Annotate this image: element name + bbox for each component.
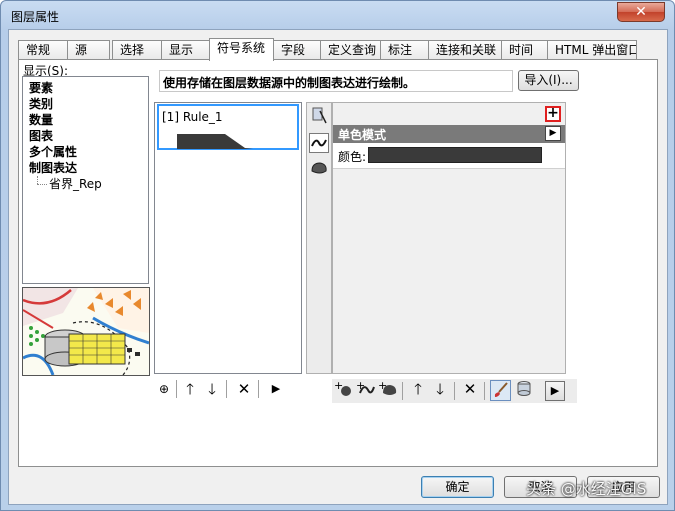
tab-time[interactable]: 时间 [501,40,549,60]
color-row: 颜色: [333,143,565,169]
toolbar-separator [226,380,227,398]
tab-joins-relates[interactable]: 连接和关联 [428,40,503,60]
layer-properties-window: 图层属性 ✕ 常规 源 选择 显示 符号系统 字段 定义查询 标注 连接和关联 … [0,0,675,511]
delete-rule-icon[interactable]: ✕ [234,379,254,399]
section-menu-button[interactable]: ▶ [545,126,561,141]
geodatabase-icon[interactable] [514,379,534,399]
rules-list: [1] Rule_1 [154,102,302,374]
stroke-layer-icon[interactable] [309,133,329,153]
ok-button[interactable]: 确定 [421,476,494,498]
toolbar-separator [454,382,455,400]
add-rule-icon[interactable]: ⊕ [154,379,174,399]
rule-symbol-preview [177,134,253,149]
tab-selection[interactable]: 选择 [112,40,162,60]
properties-panel: + 单色模式 ▶ 颜色: [332,102,566,374]
tab-general[interactable]: 常规 [18,40,68,60]
section-header[interactable]: 单色模式 ▶ [333,125,565,143]
paintbrush-icon[interactable] [490,380,511,401]
rules-toolbar: ⊕ 🡑 🡓 ✕ ▶ [154,379,304,403]
more-button[interactable]: ▶ [545,381,565,401]
move-down-icon[interactable]: 🡓 [202,379,222,399]
close-button[interactable]: ✕ [617,2,665,22]
toolbar-separator [176,380,177,398]
title-bar: 图层属性 ✕ [1,1,674,29]
tree-connector [37,176,38,184]
import-button[interactable]: 导入(I)... [518,70,579,91]
add-icon: + [547,105,559,121]
tree-item-multiple-attributes[interactable]: 多个属性 [29,144,77,160]
tree-subitem-rep[interactable]: 省界_Rep [49,176,102,192]
tab-fields[interactable]: 字段 [273,40,323,60]
layer-type-bar [306,102,332,374]
add-property-button[interactable]: + [545,106,561,122]
add-stroke-layer-icon[interactable]: + [356,379,376,399]
tree-item-quantities[interactable]: 数量 [29,112,53,128]
tab-source[interactable]: 源 [67,40,110,60]
properties-toolbar: + + + 🡑 🡓 ✕ ▶ [332,379,577,403]
marker-layer-icon[interactable] [310,107,328,125]
tree-connector [37,184,47,185]
svg-text:+: + [334,379,343,392]
tree-item-charts[interactable]: 图表 [29,128,53,144]
layer-down-icon[interactable]: 🡓 [430,379,450,399]
toolbar-separator [402,382,403,400]
fill-layer-icon[interactable] [310,159,328,177]
color-label: 颜色: [338,150,367,164]
tab-display[interactable]: 显示 [161,40,211,60]
toolbar-separator [484,382,485,400]
tab-symbology[interactable]: 符号系统 [209,38,274,61]
description-text: 使用存储在图层数据源中的制图表达进行绘制。 [163,76,416,90]
tab-labels[interactable]: 标注 [380,40,430,60]
add-fill-layer-icon[interactable]: + [378,379,398,399]
symbology-panel: 显示(S): 要素 类别 数量 图表 多个属性 制图表达 省界_Rep 使用存储… [18,59,658,467]
watermark: 头条 @水经注GIS [526,480,647,498]
tree-item-features[interactable]: 要素 [29,80,53,96]
description-box: 使用存储在图层数据源中的制图表达进行绘制。 [159,70,513,92]
more-options-icon[interactable]: ▶ [266,379,286,399]
toolbar-separator [258,380,259,398]
dialog-client: 常规 源 选择 显示 符号系统 字段 定义查询 标注 连接和关联 时间 HTML… [8,29,668,505]
tree-item-categories[interactable]: 类别 [29,96,53,112]
layer-up-icon[interactable]: 🡑 [408,379,428,399]
window-title: 图层属性 [11,10,60,24]
svg-text:+: + [378,379,387,392]
preview-image [22,287,150,376]
delete-layer-icon[interactable]: ✕ [460,379,480,399]
tree-item-representations[interactable]: 制图表达 [29,160,77,176]
section-title: 单色模式 [338,128,387,142]
rule-label: [1] Rule_1 [162,110,223,124]
svg-text:+: + [356,379,365,392]
tab-html-popup[interactable]: HTML 弹出窗口 [547,40,637,60]
show-tree: 要素 类别 数量 图表 多个属性 制图表达 省界_Rep [22,76,149,284]
add-marker-layer-icon[interactable]: + [334,379,354,399]
play-icon: ▶ [550,384,560,397]
tab-definition-query[interactable]: 定义查询 [320,40,383,60]
rule-item[interactable]: [1] Rule_1 [157,104,299,150]
color-swatch[interactable] [368,147,542,163]
move-up-icon[interactable]: 🡑 [180,379,200,399]
